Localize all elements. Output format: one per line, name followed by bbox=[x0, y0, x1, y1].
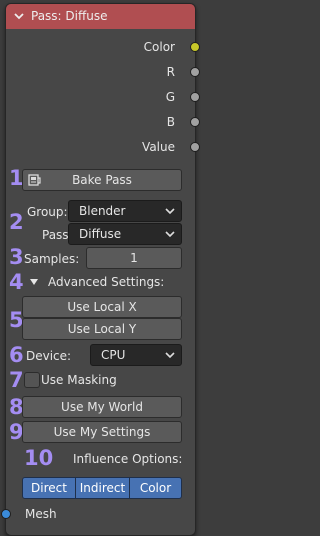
marker-4: 4 bbox=[9, 270, 24, 294]
output-label: B bbox=[166, 115, 175, 129]
influence-indirect-label: Indirect bbox=[79, 481, 126, 495]
output-label: Value bbox=[142, 140, 175, 154]
socket-icon[interactable] bbox=[190, 117, 200, 127]
group-value: Blender bbox=[79, 204, 126, 218]
pass-value: Diffuse bbox=[79, 227, 122, 241]
influence-color-button[interactable]: Color bbox=[129, 477, 182, 499]
influence-options-label: Influence Options: bbox=[73, 452, 183, 466]
device-dropdown[interactable]: CPU bbox=[90, 344, 182, 366]
output-r: R bbox=[95, 65, 200, 81]
use-local-y-label: Use Local Y bbox=[67, 322, 137, 336]
group-label: Group: bbox=[27, 205, 68, 219]
marker-7: 7 bbox=[9, 368, 24, 392]
node-title: Pass: Diffuse bbox=[31, 9, 108, 23]
pass-dropdown[interactable]: Diffuse bbox=[68, 223, 182, 245]
advanced-settings-label[interactable]: Advanced Settings: bbox=[48, 275, 164, 289]
influence-direct-button[interactable]: Direct bbox=[22, 477, 76, 499]
output-label: R bbox=[166, 65, 175, 79]
socket-icon[interactable] bbox=[1, 509, 11, 519]
device-value: CPU bbox=[101, 348, 126, 362]
influence-direct-label: Direct bbox=[31, 481, 67, 495]
influence-color-label: Color bbox=[139, 481, 172, 495]
output-color: Color bbox=[95, 40, 200, 56]
chevron-down-icon bbox=[165, 352, 175, 359]
node-header[interactable]: Pass: Diffuse bbox=[6, 4, 195, 29]
marker-3: 3 bbox=[9, 245, 24, 269]
marker-2: 2 bbox=[9, 210, 24, 234]
marker-10: 10 bbox=[24, 446, 54, 470]
use-local-x-button[interactable]: Use Local X bbox=[22, 296, 182, 318]
marker-6: 6 bbox=[9, 343, 24, 367]
chevron-down-icon[interactable] bbox=[13, 10, 25, 22]
socket-icon[interactable] bbox=[190, 142, 200, 152]
use-my-settings-label: Use My Settings bbox=[53, 425, 151, 439]
output-value: Value bbox=[95, 140, 200, 156]
samples-value: 1 bbox=[130, 251, 138, 265]
samples-field[interactable]: 1 bbox=[86, 247, 182, 269]
output-b: B bbox=[95, 115, 200, 131]
samples-label: Samples: bbox=[24, 252, 80, 266]
input-label: Mesh bbox=[25, 507, 57, 521]
bake-pass-button[interactable]: Bake Pass bbox=[22, 169, 182, 191]
device-label: Device: bbox=[26, 349, 72, 363]
use-my-world-button[interactable]: Use My World bbox=[22, 396, 182, 418]
bake-icon bbox=[28, 174, 41, 186]
socket-icon[interactable] bbox=[190, 67, 200, 77]
use-local-x-label: Use Local X bbox=[67, 300, 137, 314]
use-local-y-button[interactable]: Use Local Y bbox=[22, 318, 182, 340]
bake-pass-label: Bake Pass bbox=[72, 173, 132, 187]
use-my-world-label: Use My World bbox=[61, 400, 143, 414]
use-masking-label[interactable]: Use Masking bbox=[41, 373, 117, 387]
output-label: G bbox=[165, 90, 175, 104]
socket-icon[interactable] bbox=[190, 42, 200, 52]
bake-pass-node: Pass: Diffuse Color R G B Value 1 Bake P… bbox=[1, 3, 200, 536]
output-label: Color bbox=[143, 40, 175, 54]
influence-indirect-button[interactable]: Indirect bbox=[75, 477, 130, 499]
socket-icon[interactable] bbox=[190, 92, 200, 102]
use-masking-checkbox[interactable] bbox=[24, 372, 40, 388]
input-mesh: Mesh bbox=[1, 506, 126, 522]
disclosure-triangle-icon[interactable] bbox=[30, 278, 38, 286]
use-my-settings-button[interactable]: Use My Settings bbox=[22, 421, 182, 443]
output-g: G bbox=[95, 90, 200, 106]
group-dropdown[interactable]: Blender bbox=[68, 200, 182, 222]
chevron-down-icon bbox=[165, 231, 175, 238]
chevron-down-icon bbox=[165, 208, 175, 215]
